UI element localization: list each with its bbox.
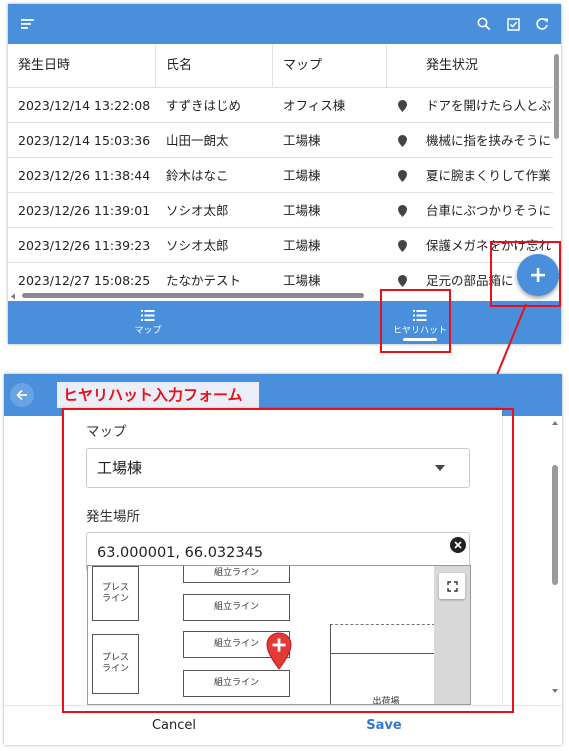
cell-datetime: 2023/12/14 15:03:36 [18, 133, 151, 148]
list-icon [141, 309, 155, 321]
scroll-down-arrow-icon[interactable] [551, 688, 559, 694]
cell-situation: 機械に指を挟みそうに [426, 133, 552, 148]
search-icon[interactable] [473, 4, 495, 44]
table-row[interactable]: 2023/12/26 11:39:01 ソシオ太郎 工場棟 台車にぶつかりそうに [8, 193, 553, 228]
cell-situation: ドアを開けたら人とぶ [426, 98, 552, 113]
map-pin-icon [398, 275, 407, 287]
app-bar [8, 4, 561, 44]
annotation-highlight-nav-tab [380, 289, 451, 353]
scroll-left-arrow-icon[interactable] [10, 293, 16, 300]
list-screen: 発生日時 氏名 マップ 発生状況 2023/12/14 13:22:08 すずき… [8, 4, 561, 344]
table-row[interactable]: 2023/12/26 11:38:44 鈴木はなこ 工場棟 夏に腕まくりして作業 [8, 158, 553, 193]
cell-name: 山田一朗太 [166, 133, 229, 148]
cell-name: ソシオ太郎 [166, 238, 229, 253]
table-row[interactable]: 2023/12/26 11:39:23 ソシオ太郎 工場棟 保護メガネをかけ忘れ [8, 228, 553, 263]
cell-name: ソシオ太郎 [166, 203, 229, 218]
map-pin-icon [398, 135, 407, 147]
cell-datetime: 2023/12/26 11:38:44 [18, 168, 151, 183]
column-header-name[interactable]: 氏名 [166, 44, 192, 88]
annotation-highlight-form [62, 408, 514, 713]
cell-map: 工場棟 [283, 238, 321, 253]
cell-situation: 台車にぶつかりそうに [426, 203, 552, 218]
cell-datetime: 2023/12/26 11:39:01 [18, 203, 151, 218]
column-header-situation[interactable]: 発生状況 [426, 44, 478, 88]
column-header-datetime[interactable]: 発生日時 [18, 44, 70, 88]
menu-icon[interactable] [16, 4, 40, 44]
cell-map: 工場棟 [283, 133, 321, 148]
cell-name: 鈴木はなこ [166, 168, 229, 183]
column-header-map[interactable]: マップ [283, 44, 322, 88]
scroll-up-arrow-icon[interactable] [551, 420, 559, 426]
arrow-left-icon [16, 389, 27, 401]
scrollbar-thumb[interactable] [22, 293, 364, 298]
nav-item-map[interactable]: マップ [108, 301, 188, 344]
nav-label: マップ [134, 325, 162, 336]
annotation-highlight-add-button [490, 241, 561, 307]
scrollbar-thumb[interactable] [554, 54, 559, 139]
vertical-scrollbar[interactable] [550, 418, 560, 704]
refresh-icon[interactable] [531, 4, 553, 44]
scrollbar-thumb[interactable] [552, 465, 558, 585]
map-pin-icon [398, 100, 407, 112]
cell-map: 工場棟 [283, 168, 321, 183]
table-header: 発生日時 氏名 マップ 発生状況 [8, 44, 553, 88]
cell-situation: 夏に腕まくりして作業 [426, 168, 551, 183]
checkbox-icon[interactable] [502, 4, 524, 44]
cell-map: 工場棟 [283, 203, 321, 218]
map-pin-icon [398, 205, 407, 217]
map-pin-icon [398, 170, 407, 182]
cell-datetime: 2023/12/14 13:22:08 [18, 98, 151, 113]
table-row[interactable]: 2023/12/14 15:03:36 山田一朗太 工場棟 機械に指を挟みそうに [8, 123, 553, 158]
cell-datetime: 2023/12/26 11:39:23 [18, 238, 151, 253]
cell-map: オフィス棟 [283, 98, 346, 113]
cell-name: すずきはじめ [166, 98, 242, 113]
map-pin-icon [398, 240, 407, 252]
back-button[interactable] [10, 383, 34, 407]
table-row[interactable]: 2023/12/14 13:22:08 すずきはじめ オフィス棟 ドアを開けたら… [8, 88, 553, 123]
page-title: ヒヤリハット入力フォーム [57, 382, 259, 408]
